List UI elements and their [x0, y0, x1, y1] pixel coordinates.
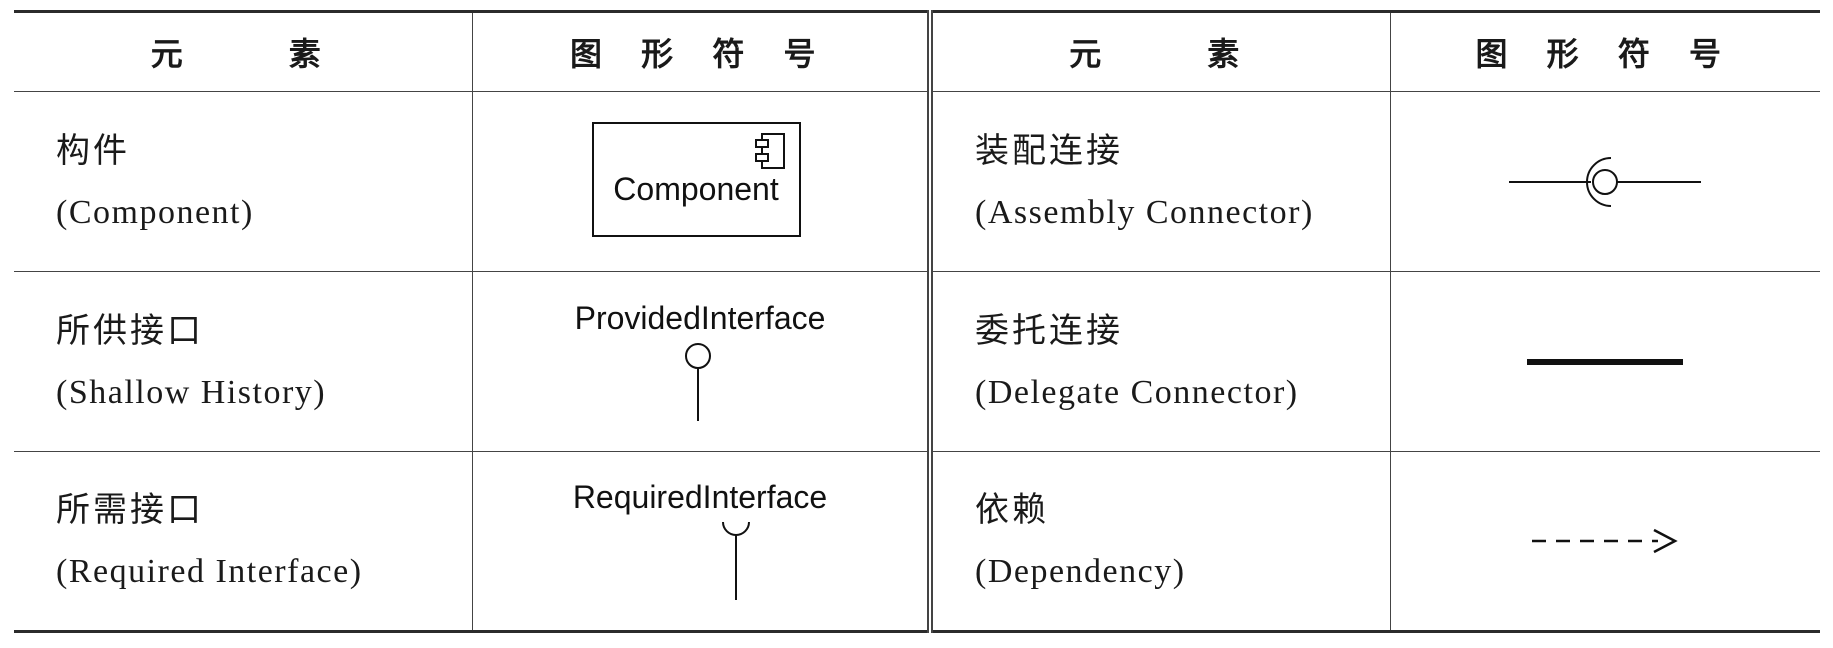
header-symbol-left: 图 形 符 号	[472, 11, 933, 92]
element-name-zh: 委托连接	[975, 310, 1123, 351]
required-interface-icon: RequiredInterface	[573, 479, 827, 600]
symbol-cell	[1390, 451, 1820, 632]
assembly-connector-icon	[1509, 156, 1702, 207]
element-name-zh: 所供接口	[56, 310, 204, 351]
notation-table: 元 素 图 形 符 号 元 素 图 形 符 号 构件 (Component) C…	[14, 10, 1820, 633]
element-name-zh: 构件	[56, 130, 130, 171]
component-symbol-label: Component	[613, 171, 779, 207]
header-element-right: 元 素	[930, 11, 1391, 92]
element-name-zh: 依赖	[975, 490, 1049, 530]
header-symbol-right: 图 形 符 号	[1390, 11, 1820, 92]
element-name-en: (Component)	[56, 193, 254, 231]
component-icon: Component	[591, 121, 801, 237]
element-name-en: (Dependency)	[975, 553, 1186, 590]
element-name-en: (Required Interface)	[56, 553, 363, 590]
element-cell: 所供接口 (Shallow History)	[14, 271, 473, 452]
element-cell: 装配连接 (Assembly Connector)	[930, 91, 1391, 272]
table-row: 所需接口 (Required Interface) RequiredInterf…	[14, 451, 1820, 632]
delegate-connector-icon	[1527, 358, 1684, 365]
symbol-cell: Component	[472, 91, 933, 272]
provided-interface-icon: ProvidedInterface	[574, 300, 825, 421]
symbol-cell: ProvidedInterface	[472, 271, 933, 452]
element-cell: 所需接口 (Required Interface)	[14, 451, 473, 632]
element-cell: 依赖 (Dependency)	[930, 451, 1391, 632]
element-name-zh: 装配连接	[975, 130, 1123, 171]
symbol-cell	[1390, 271, 1820, 452]
symbol-cell	[1390, 92, 1820, 272]
required-interface-symbol-label: RequiredInterface	[573, 479, 827, 515]
element-cell: 构件 (Component)	[14, 91, 473, 272]
dependency-arrow-icon	[1532, 528, 1678, 554]
header-row: 元 素 图 形 符 号 元 素 图 形 符 号	[14, 11, 1820, 92]
element-name-en: (Shallow History)	[56, 373, 327, 411]
element-cell: 委托连接 (Delegate Connector)	[930, 271, 1391, 452]
uml-component-notation-table: 元 素 图 形 符 号 元 素 图 形 符 号 构件 (Component) C…	[14, 10, 1820, 633]
table-row: 所供接口 (Shallow History) ProvidedInterface…	[14, 271, 1820, 452]
element-name-en: (Delegate Connector)	[975, 373, 1299, 411]
header-element-left: 元 素	[14, 11, 473, 92]
table-row: 构件 (Component) Component 装配连接 (Assembly …	[14, 91, 1820, 272]
element-name-en: (Assembly Connector)	[975, 193, 1314, 231]
provided-interface-symbol-label: ProvidedInterface	[574, 300, 825, 336]
symbol-cell: RequiredInterface	[472, 451, 933, 632]
element-name-zh: 所需接口	[56, 490, 204, 530]
